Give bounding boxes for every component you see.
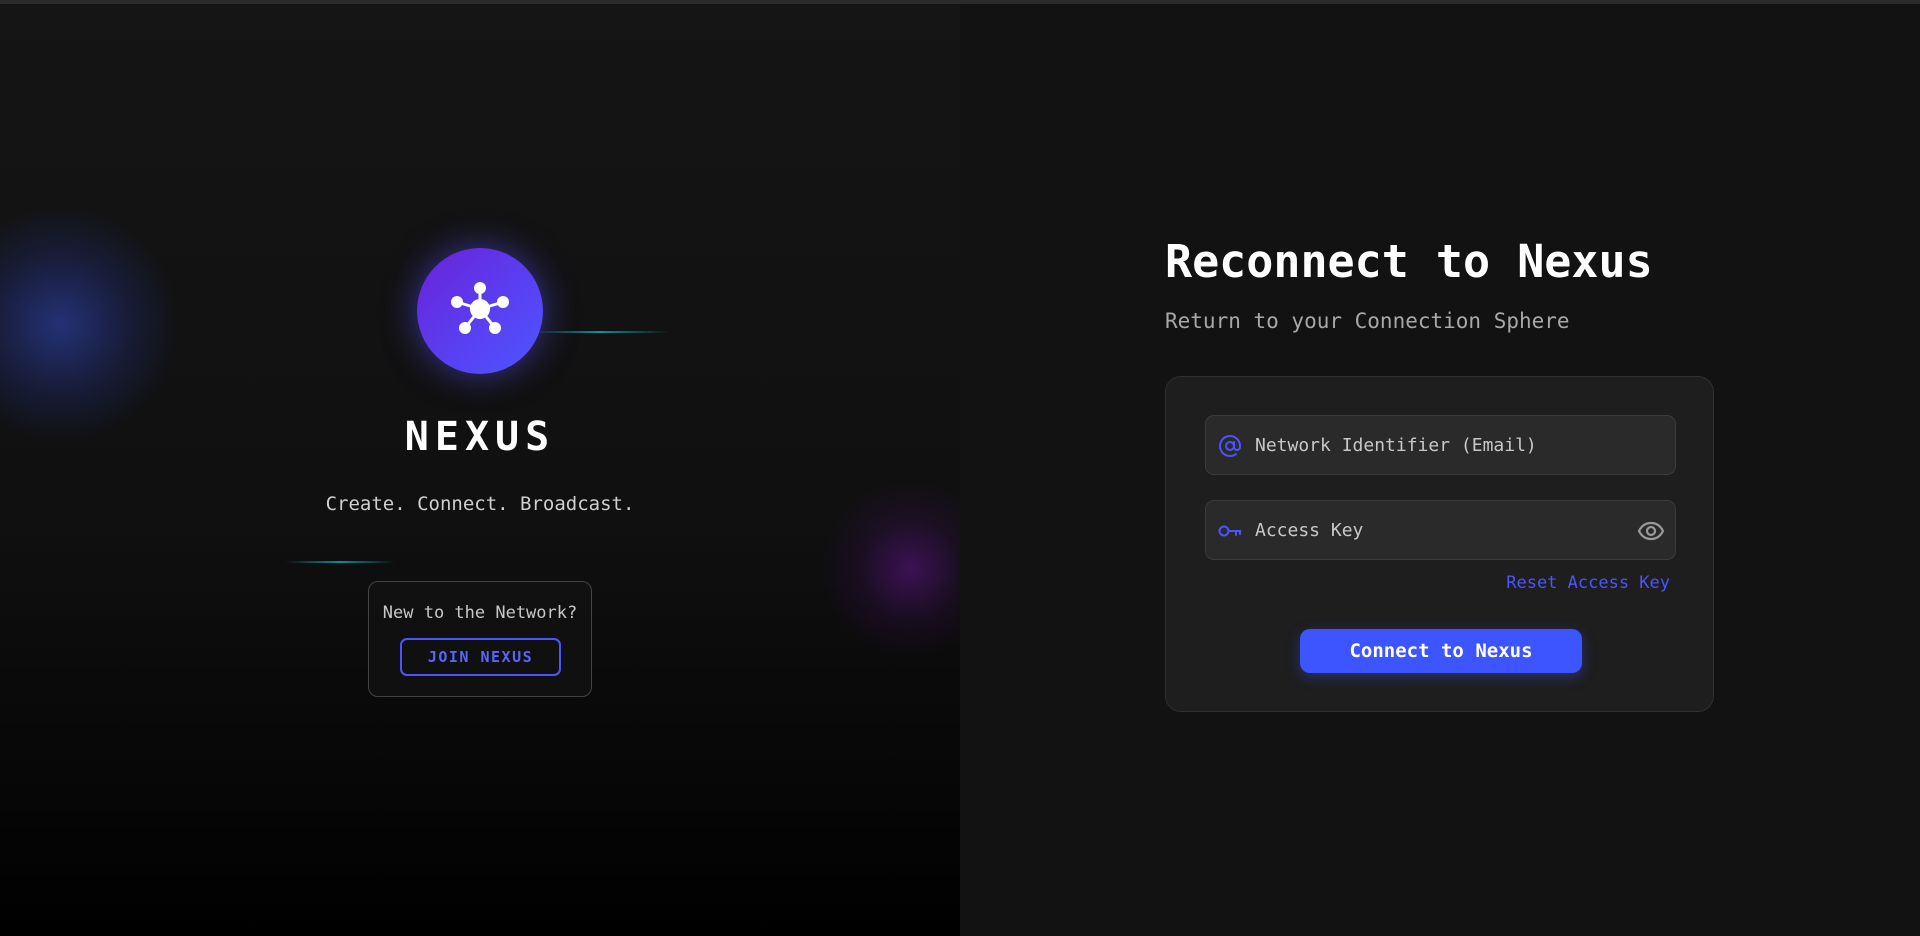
key-icon [1217, 518, 1243, 544]
page-title: Reconnect to Nexus [1165, 235, 1653, 288]
eye-icon[interactable] [1636, 517, 1666, 545]
access-key-input[interactable] [1255, 501, 1615, 559]
brand-name: NEXUS [404, 414, 556, 460]
light-streak [285, 561, 395, 563]
access-key-field[interactable] [1205, 500, 1676, 560]
join-nexus-button[interactable]: JOIN NEXUS [400, 638, 561, 676]
email-input[interactable] [1255, 416, 1615, 474]
brand-tagline: Create. Connect. Broadcast. [325, 493, 635, 515]
brand-panel: NEXUS Create. Connect. Broadcast. New to… [0, 4, 960, 936]
at-sign-icon [1217, 433, 1243, 459]
network-hub-icon [451, 282, 509, 334]
connect-button[interactable]: Connect to Nexus [1300, 629, 1582, 673]
page-subtitle: Return to your Connection Sphere [1165, 309, 1570, 333]
brand-logo [417, 248, 543, 374]
email-field[interactable] [1205, 415, 1676, 475]
blue-glow-decoration [0, 204, 180, 444]
light-streak [530, 331, 670, 333]
reset-access-key-link[interactable]: Reset Access Key [1506, 573, 1670, 593]
join-card: New to the Network? JOIN NEXUS [368, 581, 592, 697]
join-prompt: New to the Network? [382, 603, 578, 623]
login-form: Reset Access Key Connect to Nexus [1165, 376, 1714, 712]
